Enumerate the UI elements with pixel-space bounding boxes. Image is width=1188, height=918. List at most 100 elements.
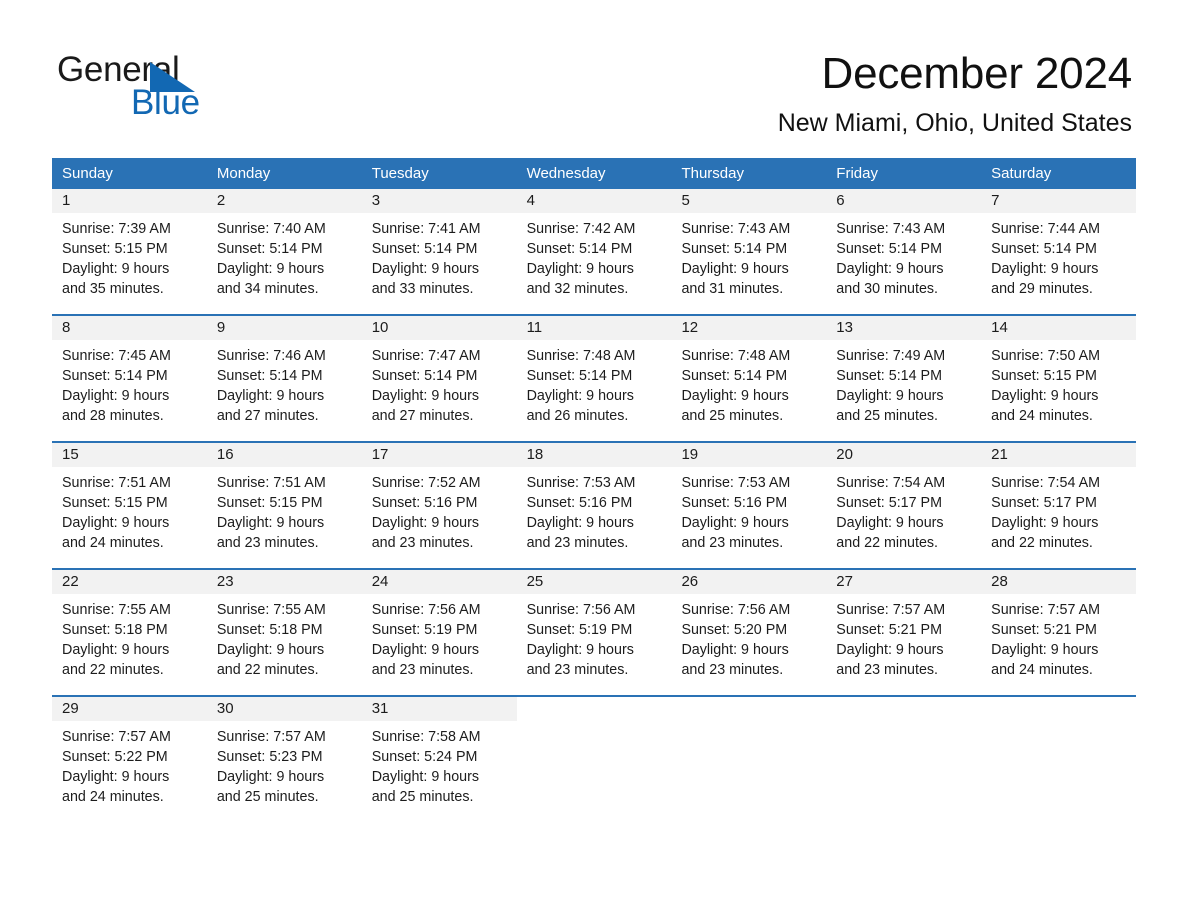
day-number: 16	[216, 446, 234, 463]
daylight-line-2: and 22 minutes.	[836, 535, 939, 551]
day-cell[interactable]: 25 Sunrise: 7:56 AM Sunset: 5:19 PM Dayligh…	[516, 570, 672, 686]
day-cell[interactable]: 14 Sunrise: 7:50 AM Sunset: 5:15 PM Dayligh…	[981, 316, 1137, 432]
calendar-grid: Sunday Monday Tuesday Wednesday Thursday…	[52, 158, 1137, 813]
day-details	[671, 721, 826, 807]
sunset-line: Sunset: 5:15 PM	[62, 495, 168, 511]
day-number: 22	[62, 573, 79, 590]
day-cell[interactable]: 8 Sunrise: 7:45 AM Sunset: 5:14 PM Daylight…	[52, 316, 207, 432]
sunset-line: Sunset: 5:14 PM	[371, 368, 478, 384]
sunrise-line: Sunrise: 7:57 AM	[836, 602, 946, 618]
sunset-line: Sunset: 5:15 PM	[62, 241, 168, 257]
day-cell[interactable]: 31 Sunrise: 7:58 AM Sunset: 5:24 PM Dayligh…	[361, 697, 517, 813]
sunrise-line: Sunrise: 7:57 AM	[991, 602, 1101, 618]
daylight-line-1: Daylight: 9 hours	[991, 388, 1099, 404]
day-cell[interactable]: 17 Sunrise: 7:52 AM Sunset: 5:16 PM Dayligh…	[361, 443, 517, 559]
sunrise-line: Sunrise: 7:54 AM	[836, 475, 946, 491]
daylight-line-1: Daylight: 9 hours	[991, 642, 1099, 658]
day-cell[interactable]: 12 Sunrise: 7:48 AM Sunset: 5:14 PM Dayligh…	[671, 316, 827, 432]
day-details: Sunrise: 7:43 AM Sunset: 5:14 PM Daylight:…	[826, 213, 981, 299]
day-number: 25	[526, 573, 544, 590]
day-details: Sunrise: 7:48 AM Sunset: 5:14 PM Daylight:…	[671, 340, 826, 426]
sunset-line: Sunset: 5:16 PM	[371, 495, 478, 511]
day-cell[interactable]: 23 Sunrise: 7:55 AM Sunset: 5:18 PM Dayligh…	[206, 570, 362, 686]
day-number-strip	[826, 697, 982, 721]
day-cell[interactable]: 10 Sunrise: 7:47 AM Sunset: 5:14 PM Dayligh…	[361, 316, 517, 432]
day-number-strip: 10	[361, 316, 517, 340]
day-cell[interactable]: 30 Sunrise: 7:57 AM Sunset: 5:23 PM Dayligh…	[206, 697, 362, 813]
day-number: 5	[681, 192, 690, 209]
sunset-line: Sunset: 5:15 PM	[216, 495, 323, 511]
week-row: 29 Sunrise: 7:57 AM Sunset: 5:22 PM Dayligh…	[52, 695, 1137, 813]
day-cell[interactable]: 6 Sunrise: 7:43 AM Sunset: 5:14 PM Daylight…	[826, 189, 982, 305]
day-number: 24	[371, 573, 389, 590]
daylight-line-1: Daylight: 9 hours	[681, 642, 789, 658]
day-number: 28	[991, 573, 1008, 590]
day-cell[interactable]: 18 Sunrise: 7:53 AM Sunset: 5:16 PM Dayligh…	[516, 443, 672, 559]
day-number-strip: 27	[826, 570, 982, 594]
daylight-line-1: Daylight: 9 hours	[216, 261, 325, 277]
day-details: Sunrise: 7:41 AM Sunset: 5:14 PM Daylight:…	[362, 213, 517, 299]
day-number: 9	[216, 319, 226, 336]
day-cell[interactable]: 27 Sunrise: 7:57 AM Sunset: 5:21 PM Dayligh…	[826, 570, 982, 686]
day-number: 6	[836, 192, 845, 209]
day-number-strip: 19	[671, 443, 827, 467]
day-cell[interactable]: 28 Sunrise: 7:57 AM Sunset: 5:21 PM Dayligh…	[981, 570, 1137, 686]
day-cell[interactable]: 13 Sunrise: 7:49 AM Sunset: 5:14 PM Dayligh…	[826, 316, 982, 432]
daylight-line-1: Daylight: 9 hours	[681, 261, 789, 277]
daylight-line-2: and 35 minutes.	[62, 281, 164, 297]
sunset-line: Sunset: 5:14 PM	[681, 368, 788, 384]
day-details: Sunrise: 7:52 AM Sunset: 5:16 PM Daylight:…	[362, 467, 517, 553]
day-number-strip: 30	[206, 697, 362, 721]
sunrise-line: Sunrise: 7:48 AM	[681, 348, 791, 364]
day-number-strip: 9	[206, 316, 362, 340]
day-number-strip: 26	[671, 570, 827, 594]
sunrise-line: Sunrise: 7:48 AM	[526, 348, 636, 364]
day-cell[interactable]: 15 Sunrise: 7:51 AM Sunset: 5:15 PM Dayligh…	[52, 443, 207, 559]
daylight-line-1: Daylight: 9 hours	[526, 515, 634, 531]
day-cell[interactable]: 1 Sunrise: 7:39 AM Sunset: 5:15 PM Daylight…	[52, 189, 207, 305]
day-cell[interactable]: 11 Sunrise: 7:48 AM Sunset: 5:14 PM Dayligh…	[516, 316, 672, 432]
day-cell[interactable]: 22 Sunrise: 7:55 AM Sunset: 5:18 PM Dayligh…	[52, 570, 207, 686]
day-cell[interactable]: 19 Sunrise: 7:53 AM Sunset: 5:16 PM Dayligh…	[671, 443, 827, 559]
day-cell[interactable]: 5 Sunrise: 7:43 AM Sunset: 5:14 PM Daylight…	[671, 189, 827, 305]
daylight-line-1: Daylight: 9 hours	[62, 388, 170, 404]
day-number: 27	[836, 573, 853, 590]
daylight-line-2: and 22 minutes.	[62, 662, 164, 678]
day-details: Sunrise: 7:57 AM Sunset: 5:22 PM Daylight:…	[52, 721, 207, 807]
daylight-line-1: Daylight: 9 hours	[62, 769, 170, 785]
sunrise-line: Sunrise: 7:53 AM	[526, 475, 636, 491]
sunrise-line: Sunrise: 7:52 AM	[371, 475, 481, 491]
day-number-strip: 1	[52, 189, 207, 213]
daylight-line-1: Daylight: 9 hours	[62, 642, 170, 658]
daylight-line-1: Daylight: 9 hours	[991, 515, 1099, 531]
sunset-line: Sunset: 5:14 PM	[216, 368, 323, 384]
general-blue-logo[interactable]: General Blue	[57, 50, 317, 126]
day-details: Sunrise: 7:43 AM Sunset: 5:14 PM Daylight:…	[671, 213, 826, 299]
day-cell[interactable]: 21 Sunrise: 7:54 AM Sunset: 5:17 PM Dayligh…	[981, 443, 1137, 559]
daylight-line-1: Daylight: 9 hours	[371, 769, 480, 785]
day-number: 31	[371, 700, 389, 717]
day-number-strip: 7	[981, 189, 1137, 213]
day-cell[interactable]: 24 Sunrise: 7:56 AM Sunset: 5:19 PM Dayligh…	[361, 570, 517, 686]
day-cell[interactable]: 9 Sunrise: 7:46 AM Sunset: 5:14 PM Daylight…	[206, 316, 362, 432]
day-number-strip: 18	[516, 443, 672, 467]
day-cell[interactable]: 26 Sunrise: 7:56 AM Sunset: 5:20 PM Dayligh…	[671, 570, 827, 686]
day-number-strip: 29	[52, 697, 207, 721]
day-cell[interactable]: 3 Sunrise: 7:41 AM Sunset: 5:14 PM Daylight…	[361, 189, 517, 305]
daylight-line-1: Daylight: 9 hours	[62, 515, 170, 531]
day-cell[interactable]: 29 Sunrise: 7:57 AM Sunset: 5:22 PM Dayligh…	[52, 697, 207, 813]
day-cell[interactable]: 4 Sunrise: 7:42 AM Sunset: 5:14 PM Daylight…	[516, 189, 672, 305]
sunset-line: Sunset: 5:17 PM	[991, 495, 1097, 511]
sunrise-line: Sunrise: 7:56 AM	[526, 602, 636, 618]
day-details: Sunrise: 7:48 AM Sunset: 5:14 PM Daylight:…	[517, 340, 672, 426]
sunset-line: Sunset: 5:16 PM	[526, 495, 633, 511]
day-number: 7	[991, 192, 1000, 209]
day-cell[interactable]: 20 Sunrise: 7:54 AM Sunset: 5:17 PM Dayligh…	[826, 443, 982, 559]
daylight-line-1: Daylight: 9 hours	[371, 515, 480, 531]
sunrise-line: Sunrise: 7:45 AM	[62, 348, 171, 364]
day-cell[interactable]: 16 Sunrise: 7:51 AM Sunset: 5:15 PM Dayligh…	[206, 443, 362, 559]
day-cell[interactable]: 2 Sunrise: 7:40 AM Sunset: 5:14 PM Daylight…	[206, 189, 362, 305]
day-details: Sunrise: 7:56 AM Sunset: 5:20 PM Daylight:…	[671, 594, 826, 680]
day-header-sunday: Sunday	[62, 165, 113, 182]
day-cell[interactable]: 7 Sunrise: 7:44 AM Sunset: 5:14 PM Daylight…	[981, 189, 1137, 305]
